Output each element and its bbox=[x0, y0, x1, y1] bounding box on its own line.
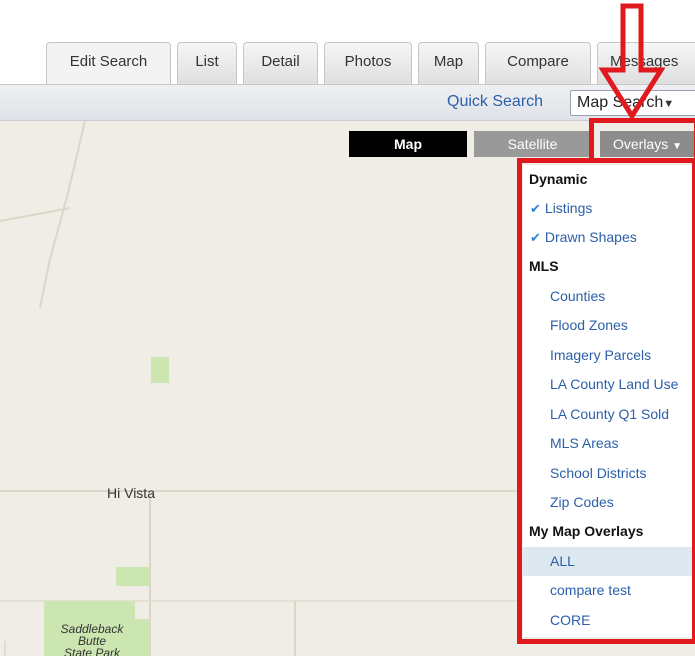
park-parcel bbox=[116, 567, 150, 586]
overlay-item-core[interactable]: CORE bbox=[523, 606, 695, 635]
tab-list[interactable]: List bbox=[177, 42, 237, 85]
map-road bbox=[0, 207, 71, 222]
my-map-overlays-header: My Map Overlays bbox=[529, 523, 644, 539]
overlay-item-label: Drawn Shapes bbox=[544, 229, 637, 245]
tab-messages[interactable]: Messages bbox=[597, 42, 695, 85]
check-icon: ✔ bbox=[530, 230, 541, 245]
overlays-button-label: Overlays bbox=[612, 136, 669, 152]
map-type-map-button[interactable]: Map bbox=[349, 131, 467, 157]
dynamic-header: Dynamic bbox=[529, 171, 588, 187]
tab-detail[interactable]: Detail bbox=[243, 42, 318, 85]
overlays-dropdown: Dynamic ✔ Listings ✔ Drawn Shapes MLS Coun… bbox=[523, 165, 695, 637]
tab-photos[interactable]: Photos bbox=[324, 42, 412, 85]
quick-search-link[interactable]: Quick Search bbox=[447, 93, 543, 111]
overlay-item-drawn-shapes[interactable]: ✔ Drawn Shapes bbox=[523, 223, 695, 252]
park-parcel bbox=[151, 357, 169, 383]
park-label-saddleback: Saddleback Butte State Park bbox=[47, 623, 137, 656]
overlays-button[interactable]: Overlays ▼ bbox=[600, 131, 695, 157]
tab-edit-search[interactable]: Edit Search bbox=[46, 42, 171, 86]
overlay-item-zip-codes[interactable]: Zip Codes bbox=[523, 488, 695, 517]
check-icon: ✔ bbox=[530, 201, 541, 216]
overlay-item-flood-zones[interactable]: Flood Zones bbox=[523, 311, 695, 340]
mls-header: MLS bbox=[529, 258, 559, 274]
search-toolbar: Quick Search Map Search▼ bbox=[0, 85, 695, 121]
map-type-satellite-button[interactable]: Satellite bbox=[474, 131, 591, 157]
overlay-item-imagery-parcels[interactable]: Imagery Parcels bbox=[523, 341, 695, 370]
overlay-item-counties[interactable]: Counties bbox=[523, 282, 695, 311]
search-type-select[interactable]: Map Search▼ bbox=[570, 90, 695, 116]
place-label-hi-vista: Hi Vista bbox=[107, 485, 155, 501]
overlay-item-listings[interactable]: ✔ Listings bbox=[523, 194, 695, 223]
overlay-item-la-county-q1-sold[interactable]: LA County Q1 Sold bbox=[523, 400, 695, 429]
park-label-line: State Park bbox=[63, 646, 121, 656]
tab-compare[interactable]: Compare bbox=[485, 42, 591, 85]
overlay-item-school-districts[interactable]: School Districts bbox=[523, 459, 695, 488]
map-road bbox=[39, 121, 86, 309]
overlay-item-mls-areas[interactable]: MLS Areas bbox=[523, 429, 695, 458]
caret-down-icon: ▼ bbox=[672, 141, 683, 152]
tab-map[interactable]: Map bbox=[418, 42, 479, 85]
overlay-item-all[interactable]: ALL bbox=[523, 547, 695, 576]
search-type-value: Map Search bbox=[577, 94, 664, 111]
chevron-down-icon: ▼ bbox=[663, 98, 675, 110]
overlay-item-label: Listings bbox=[544, 200, 593, 216]
overlay-item-compare-test[interactable]: compare test bbox=[523, 576, 695, 605]
tab-bar: Edit Search List Detail Photos Map Compa… bbox=[0, 0, 695, 86]
overlay-item-la-county-land-use[interactable]: LA County Land Use bbox=[523, 370, 695, 399]
